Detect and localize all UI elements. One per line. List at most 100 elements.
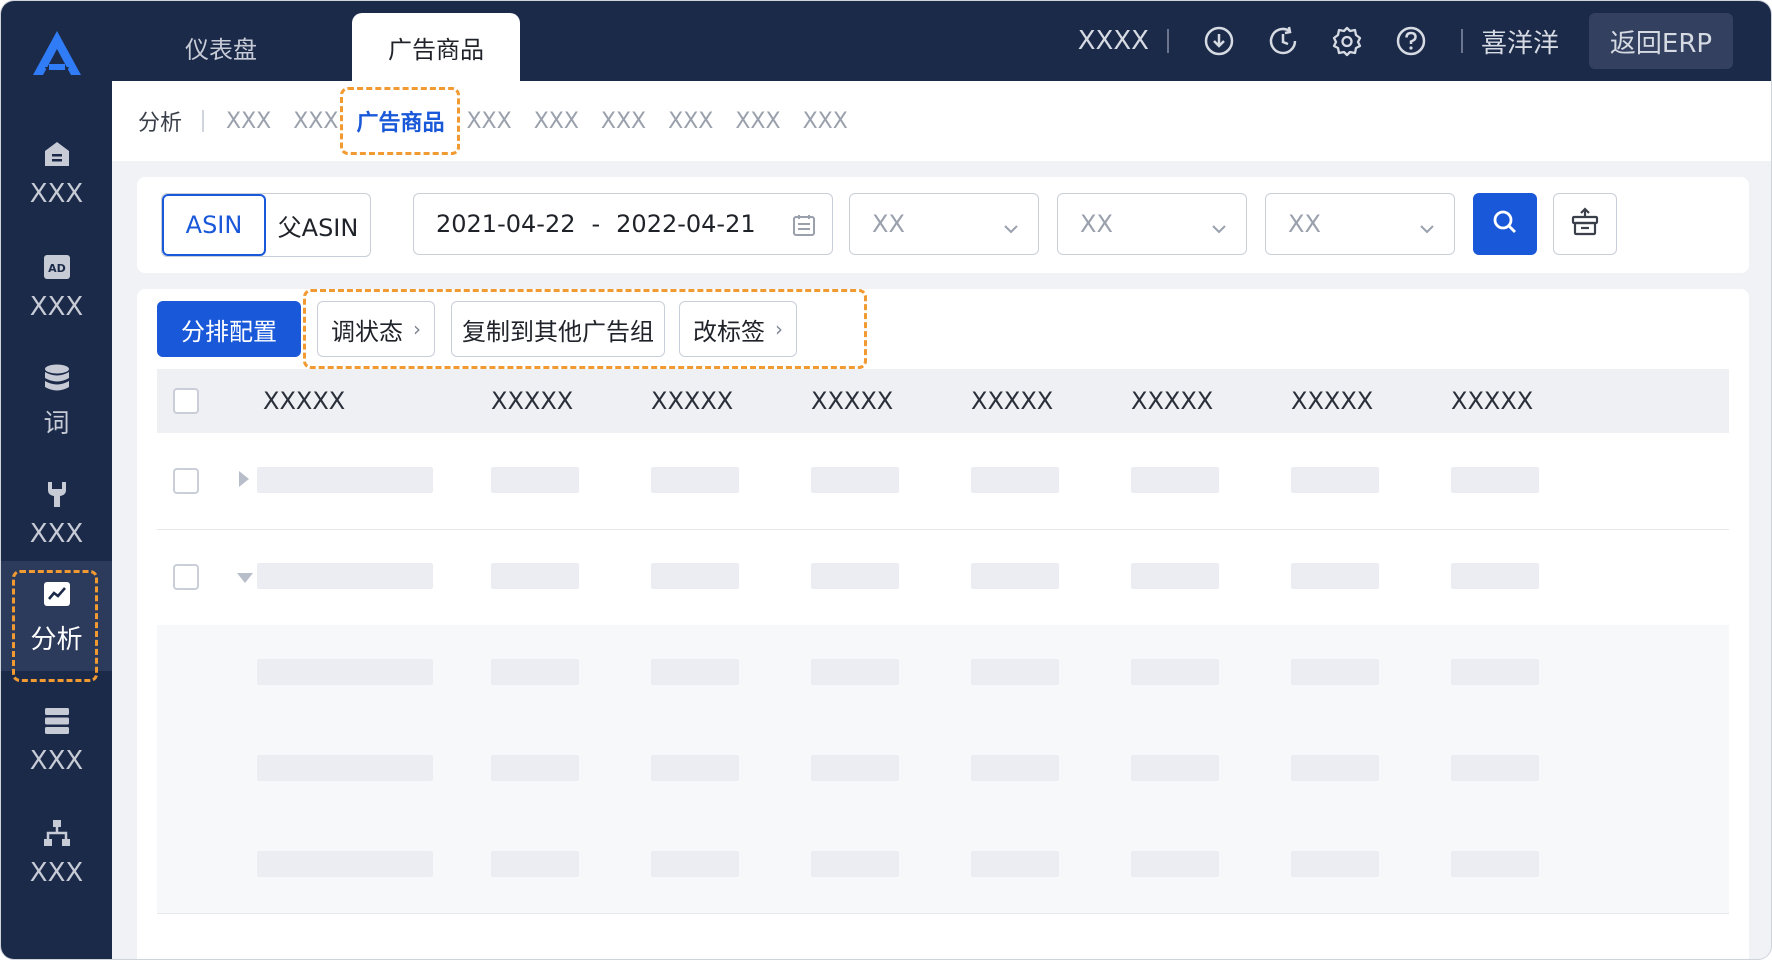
table-row[interactable] bbox=[157, 433, 1729, 530]
skeleton-cell bbox=[811, 563, 899, 589]
skeleton-cell bbox=[1451, 659, 1539, 685]
skeleton-cell bbox=[1131, 563, 1219, 589]
user-name[interactable]: 喜洋洋 bbox=[1481, 23, 1559, 60]
date-separator: - bbox=[591, 210, 601, 238]
filter-select-3[interactable]: XX bbox=[1265, 193, 1455, 255]
subnav-item[interactable]: XXX bbox=[226, 109, 271, 134]
column-header[interactable]: XXXXX bbox=[491, 369, 573, 433]
skeleton-cell bbox=[651, 755, 739, 781]
table-child-row[interactable] bbox=[157, 721, 1729, 818]
sub-navigation: 分析 XXX XXX 广告商品 XXX XXX XXX XXX XXX XXX bbox=[112, 81, 1771, 161]
collapse-caret-icon[interactable] bbox=[237, 573, 253, 583]
sidebar-item-ad[interactable]: AD XXX bbox=[1, 231, 112, 341]
skeleton-cell bbox=[491, 563, 579, 589]
subnav-item[interactable]: XXX bbox=[466, 109, 511, 134]
sidebar-item-server[interactable]: XXX bbox=[1, 685, 112, 795]
sidebar-item-home[interactable]: XXX bbox=[1, 118, 112, 228]
tab-dashboard[interactable]: 仪表盘 bbox=[112, 13, 330, 81]
return-erp-button[interactable]: 返回ERP bbox=[1589, 13, 1733, 69]
app-logo bbox=[27, 27, 87, 81]
skeleton-cell bbox=[651, 659, 739, 685]
table-panel: 分排配置 调状态 › 复制到其他广告组 改标签 › XXXXX XXXXX XXXX… bbox=[137, 289, 1749, 959]
filter-select-1[interactable]: XX bbox=[849, 193, 1039, 255]
search-button[interactable] bbox=[1473, 193, 1537, 255]
subnav-item[interactable]: XXX bbox=[735, 109, 780, 134]
skeleton-cell bbox=[1451, 563, 1539, 589]
table-child-row[interactable] bbox=[157, 817, 1729, 914]
sidebar-item-structure[interactable]: XXX bbox=[1, 797, 112, 907]
subnav-item[interactable]: XXX bbox=[601, 109, 646, 134]
sidebar-item-tools[interactable]: XXX bbox=[1, 458, 112, 568]
skeleton-cell bbox=[971, 851, 1059, 877]
column-header[interactable]: XXXXX bbox=[651, 369, 733, 433]
sidebar-item-label: XXX bbox=[29, 519, 84, 549]
asin-toggle: ASIN 父ASIN bbox=[161, 193, 371, 257]
expand-caret-icon[interactable] bbox=[239, 471, 249, 487]
skeleton-cell bbox=[811, 755, 899, 781]
column-header[interactable]: XXXXX bbox=[811, 369, 893, 433]
skeleton-cell bbox=[491, 467, 579, 493]
column-header[interactable]: XXXXX bbox=[1131, 369, 1213, 433]
highlight-frame bbox=[340, 87, 461, 155]
skeleton-cell bbox=[1291, 563, 1379, 589]
row-checkbox[interactable] bbox=[173, 468, 199, 494]
adjust-status-button[interactable]: 调状态 › bbox=[317, 301, 435, 357]
table-row[interactable] bbox=[157, 529, 1729, 626]
change-tag-button[interactable]: 改标签 › bbox=[679, 301, 797, 357]
skeleton-cell bbox=[491, 755, 579, 781]
skeleton-cell bbox=[1131, 467, 1219, 493]
skeleton-cell bbox=[257, 563, 433, 589]
select-placeholder: XX bbox=[1080, 210, 1113, 238]
copy-to-group-button[interactable]: 复制到其他广告组 bbox=[451, 301, 665, 357]
skeleton-cell bbox=[811, 467, 899, 493]
skeleton-cell bbox=[651, 563, 739, 589]
chevron-right-icon: › bbox=[413, 317, 421, 341]
subnav-item[interactable]: XXX bbox=[293, 109, 338, 134]
sidebar-item-label: XXX bbox=[29, 179, 84, 209]
column-header[interactable]: XXXXX bbox=[1291, 369, 1373, 433]
column-header[interactable]: XXXXX bbox=[263, 369, 345, 433]
settings-gear-icon[interactable] bbox=[1330, 24, 1364, 58]
date-range-picker[interactable]: 2021-04-22 - 2022-04-21 bbox=[413, 193, 833, 255]
help-icon[interactable] bbox=[1394, 24, 1428, 58]
export-icon bbox=[1570, 207, 1600, 241]
subnav-item[interactable]: XXX bbox=[534, 109, 579, 134]
skeleton-cell bbox=[257, 659, 433, 685]
divider bbox=[202, 110, 205, 132]
column-config-button[interactable]: 分排配置 bbox=[157, 301, 301, 357]
skeleton-cell bbox=[1451, 755, 1539, 781]
skeleton-cell bbox=[257, 467, 433, 493]
table-child-row[interactable] bbox=[157, 625, 1729, 722]
tab-ad-products[interactable]: 广告商品 bbox=[352, 13, 520, 81]
export-button[interactable] bbox=[1553, 193, 1617, 255]
calendar-icon bbox=[792, 213, 816, 237]
skeleton-cell bbox=[1291, 851, 1379, 877]
sidebar-item-keywords[interactable]: 词 bbox=[1, 345, 112, 455]
segment-parent-asin[interactable]: 父ASIN bbox=[266, 194, 370, 256]
select-all-checkbox[interactable] bbox=[173, 388, 199, 414]
sidebar-item-analysis[interactable]: 分析 bbox=[1, 561, 112, 682]
subnav-item[interactable]: XXX bbox=[803, 109, 848, 134]
chevron-down-icon bbox=[1418, 216, 1436, 244]
top-bar-actions: XXXX 喜洋洋 返回ERP bbox=[1078, 1, 1771, 81]
segment-asin[interactable]: ASIN bbox=[162, 194, 266, 256]
date-start: 2021-04-22 bbox=[436, 210, 576, 238]
column-header[interactable]: XXXXX bbox=[971, 369, 1053, 433]
skeleton-cell bbox=[1291, 467, 1379, 493]
chevron-right-icon: › bbox=[775, 317, 783, 341]
subnav-item-ad-products[interactable]: 广告商品 bbox=[340, 87, 461, 155]
download-icon[interactable] bbox=[1202, 24, 1236, 58]
column-header[interactable]: XXXXX bbox=[1451, 369, 1533, 433]
server-icon bbox=[40, 704, 74, 738]
wrench-icon bbox=[40, 477, 74, 511]
search-icon bbox=[1491, 208, 1519, 240]
store-selector[interactable]: XXXX bbox=[1078, 26, 1149, 56]
history-icon[interactable] bbox=[1266, 24, 1300, 58]
chevron-down-icon bbox=[1002, 216, 1020, 244]
subnav-item[interactable]: XXX bbox=[668, 109, 713, 134]
skeleton-cell bbox=[811, 659, 899, 685]
row-checkbox[interactable] bbox=[173, 564, 199, 590]
svg-text:AD: AD bbox=[48, 262, 66, 275]
filter-select-2[interactable]: XX bbox=[1057, 193, 1247, 255]
skeleton-cell bbox=[1451, 851, 1539, 877]
